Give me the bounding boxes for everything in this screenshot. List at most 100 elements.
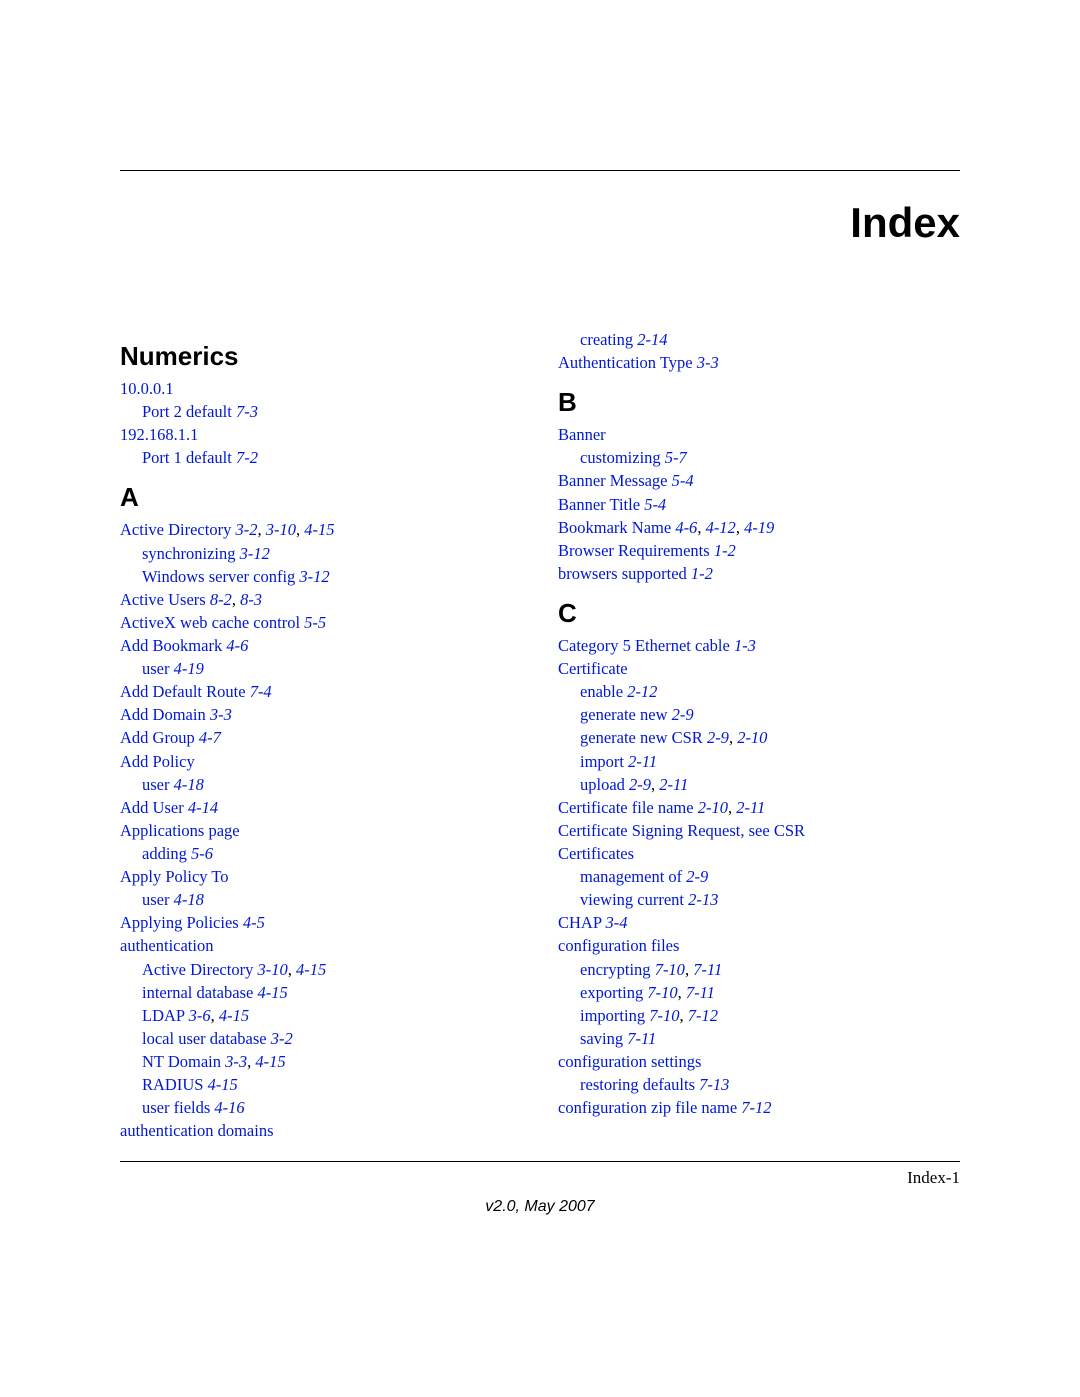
index-link[interactable]: creating <box>580 330 637 349</box>
index-link[interactable]: Certificate <box>558 659 628 678</box>
index-link[interactable]: Bookmark Name <box>558 518 675 537</box>
index-link[interactable]: viewing current <box>580 890 688 909</box>
index-link[interactable]: browsers supported <box>558 564 691 583</box>
index-link[interactable]: 4-15 <box>257 983 287 1002</box>
index-link[interactable]: importing <box>580 1006 649 1025</box>
index-link[interactable]: 2-11 <box>659 775 688 794</box>
index-link[interactable]: 2-13 <box>688 890 718 909</box>
index-link[interactable]: configuration settings <box>558 1052 701 1071</box>
index-link[interactable]: 3-3 <box>697 353 719 372</box>
index-link[interactable]: 4-15 <box>208 1075 238 1094</box>
index-link[interactable]: Category 5 Ethernet cable <box>558 636 734 655</box>
index-link[interactable]: 1-2 <box>714 541 736 560</box>
index-link[interactable]: Apply Policy To <box>120 867 229 886</box>
index-link[interactable]: Active Users <box>120 590 210 609</box>
index-link[interactable]: Banner Title <box>558 495 644 514</box>
index-link[interactable]: Add User <box>120 798 188 817</box>
index-link[interactable]: 2-14 <box>637 330 667 349</box>
index-link[interactable]: adding <box>142 844 191 863</box>
index-link[interactable]: LDAP <box>142 1006 189 1025</box>
index-link[interactable]: generate new CSR <box>580 728 707 747</box>
index-link[interactable]: Applying Policies <box>120 913 243 932</box>
index-link[interactable]: 2-10 <box>737 728 767 747</box>
index-link[interactable]: 7-10 <box>649 1006 679 1025</box>
index-link[interactable]: 3-10 <box>257 960 287 979</box>
index-link[interactable]: synchronizing <box>142 544 240 563</box>
index-link[interactable]: 4-14 <box>188 798 218 817</box>
index-link[interactable]: user <box>142 659 174 678</box>
index-link[interactable]: Authentication Type <box>558 353 697 372</box>
index-link[interactable]: Active Directory <box>142 960 257 979</box>
index-link[interactable]: 5-4 <box>672 471 694 490</box>
index-link[interactable]: 7-11 <box>693 960 722 979</box>
index-link[interactable]: 4-19 <box>174 659 204 678</box>
index-link[interactable]: 1-3 <box>734 636 756 655</box>
index-link[interactable]: user <box>142 890 174 909</box>
index-link[interactable]: local user database <box>142 1029 271 1048</box>
index-link[interactable]: Active Directory <box>120 520 235 539</box>
index-link[interactable]: 5-5 <box>304 613 326 632</box>
index-link[interactable]: 4-12 <box>706 518 736 537</box>
index-link[interactable]: exporting <box>580 983 647 1002</box>
index-link[interactable]: 3-12 <box>240 544 270 563</box>
index-link[interactable]: import <box>580 752 628 771</box>
index-link[interactable]: 2-9 <box>629 775 651 794</box>
index-link[interactable]: generate new <box>580 705 672 724</box>
index-link[interactable]: 7-3 <box>236 402 258 421</box>
index-link[interactable]: 2-9 <box>686 867 708 886</box>
index-link[interactable]: 4-15 <box>255 1052 285 1071</box>
index-link[interactable]: 7-12 <box>688 1006 718 1025</box>
index-link[interactable]: 5-6 <box>191 844 213 863</box>
index-link[interactable]: restoring defaults <box>580 1075 699 1094</box>
index-link[interactable]: 3-3 <box>225 1052 247 1071</box>
index-link[interactable]: user <box>142 775 174 794</box>
index-link[interactable]: customizing <box>580 448 665 467</box>
index-link[interactable]: user fields <box>142 1098 214 1117</box>
index-link[interactable]: saving <box>580 1029 627 1048</box>
index-link[interactable]: 3-3 <box>210 705 232 724</box>
index-link[interactable]: Certificate Signing Request, see CSR <box>558 821 805 840</box>
index-link[interactable]: 2-9 <box>707 728 729 747</box>
index-link[interactable]: 4-5 <box>243 913 265 932</box>
index-link[interactable]: Browser Requirements <box>558 541 714 560</box>
index-link[interactable]: 3-2 <box>235 520 257 539</box>
index-link[interactable]: Certificate file name <box>558 798 698 817</box>
index-link[interactable]: management of <box>580 867 686 886</box>
index-link[interactable]: 7-11 <box>686 983 715 1002</box>
index-link[interactable]: Banner <box>558 425 606 444</box>
index-link[interactable]: enable <box>580 682 627 701</box>
index-link[interactable]: Port 2 default <box>142 402 236 421</box>
index-link[interactable]: 2-9 <box>672 705 694 724</box>
index-link[interactable]: Add Policy <box>120 752 195 771</box>
index-link[interactable]: Applications page <box>120 821 240 840</box>
index-link[interactable]: Windows server config <box>142 567 299 586</box>
index-link[interactable]: 4-7 <box>199 728 221 747</box>
index-link[interactable]: 192.168.1.1 <box>120 425 198 444</box>
index-link[interactable]: Add Domain <box>120 705 210 724</box>
index-link[interactable]: ActiveX web cache control <box>120 613 304 632</box>
index-link[interactable]: Add Bookmark <box>120 636 226 655</box>
index-link[interactable]: 2-10 <box>698 798 728 817</box>
index-link[interactable]: 5-4 <box>644 495 666 514</box>
index-link[interactable]: internal database <box>142 983 257 1002</box>
index-link[interactable]: 10.0.0.1 <box>120 379 174 398</box>
index-link[interactable]: 7-4 <box>250 682 272 701</box>
index-link[interactable]: 1-2 <box>691 564 713 583</box>
index-link[interactable]: 4-6 <box>675 518 697 537</box>
index-link[interactable]: Port 1 default <box>142 448 236 467</box>
index-link[interactable]: Certificates <box>558 844 634 863</box>
index-link[interactable]: configuration files <box>558 936 679 955</box>
index-link[interactable]: Banner Message <box>558 471 672 490</box>
index-link[interactable]: upload <box>580 775 629 794</box>
index-link[interactable]: 4-18 <box>174 775 204 794</box>
index-link[interactable]: 7-10 <box>655 960 685 979</box>
index-link[interactable]: 3-10 <box>266 520 296 539</box>
index-link[interactable]: authentication <box>120 936 213 955</box>
index-link[interactable]: NT Domain <box>142 1052 225 1071</box>
index-link[interactable]: 8-3 <box>240 590 262 609</box>
index-link[interactable]: 4-15 <box>219 1006 249 1025</box>
index-link[interactable]: 3-4 <box>606 913 628 932</box>
index-link[interactable]: 3-2 <box>271 1029 293 1048</box>
index-link[interactable]: configuration zip file name <box>558 1098 741 1117</box>
index-link[interactable]: 8-2 <box>210 590 232 609</box>
